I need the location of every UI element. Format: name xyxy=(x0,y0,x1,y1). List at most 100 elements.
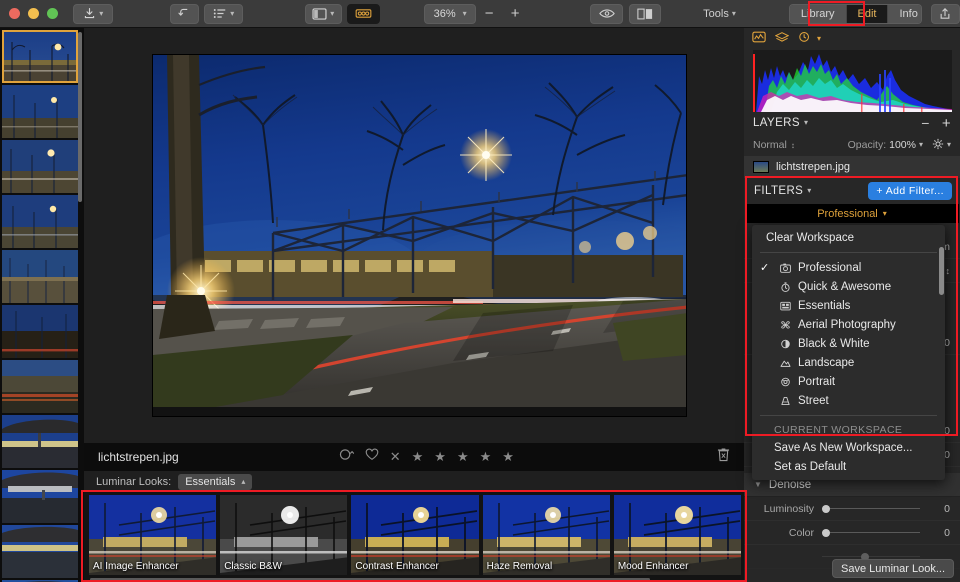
workspace-selector[interactable]: Professional ▾ xyxy=(745,204,959,223)
minimize-window-button[interactable] xyxy=(28,8,39,19)
maximize-window-button[interactable] xyxy=(47,8,58,19)
preview-toggle-button[interactable] xyxy=(590,3,623,24)
looks-collection-value: Essentials xyxy=(185,475,236,488)
menu-item-quick-awesome[interactable]: Quick & Awesome xyxy=(752,277,945,296)
looks-filmstrip[interactable]: AI Image Enhancer Classic B&W Contrast E… xyxy=(84,492,744,582)
blend-mode-select[interactable]: Normal xyxy=(753,139,787,151)
chevron-down-icon[interactable]: ▾ xyxy=(919,141,923,149)
opacity-value[interactable]: 100% xyxy=(889,139,916,151)
library-filmstrip[interactable] xyxy=(0,28,84,582)
slider-row-luminosity[interactable]: Luminosity 0 xyxy=(744,497,960,521)
history-clock-icon[interactable] xyxy=(798,30,812,48)
filmstrip-thumbnail[interactable] xyxy=(2,195,78,248)
undo-arrow-icon xyxy=(177,7,191,20)
tools-menu-button[interactable]: Tools ▾ xyxy=(697,4,742,24)
trash-icon[interactable] xyxy=(717,447,730,467)
menu-item-clear-workspace[interactable]: Clear Workspace xyxy=(752,228,945,247)
reject-x-icon[interactable]: ✕ xyxy=(390,449,401,465)
filmstrip-icon xyxy=(355,8,372,19)
filmstrip-thumbnail[interactable] xyxy=(2,525,78,578)
filmstrip-scrollbar[interactable] xyxy=(78,32,82,202)
chevron-down-icon[interactable]: ▾ xyxy=(817,35,821,43)
menu-item-label: Professional xyxy=(798,261,862,274)
filmstrip-thumbnail[interactable] xyxy=(2,85,78,138)
mode-info-tab[interactable]: Info xyxy=(888,4,921,23)
main-photo[interactable] xyxy=(152,54,687,417)
heart-icon[interactable] xyxy=(365,448,379,466)
updown-chevron-icon[interactable]: ↕ xyxy=(791,141,795,150)
look-preset[interactable]: Mood Enhancer xyxy=(613,495,742,575)
menu-scrollbar[interactable] xyxy=(939,247,944,295)
menu-item-save-as-new-workspace[interactable]: Save As New Workspace... xyxy=(752,438,945,457)
rating-star[interactable]: ★ xyxy=(502,449,514,465)
looks-collection-select[interactable]: Essentials ▴ xyxy=(178,473,253,490)
export-button[interactable]: ▾ xyxy=(73,3,114,24)
filmstrip-thumbnail[interactable] xyxy=(2,140,78,193)
mode-library-tab[interactable]: Library xyxy=(789,4,847,23)
layer-item[interactable]: lichtstrepen.jpg xyxy=(744,156,960,178)
rating-star[interactable]: ★ xyxy=(412,449,424,465)
chevron-down-icon[interactable]: ▾ xyxy=(807,187,811,195)
menu-item-street[interactable]: Street xyxy=(752,391,945,410)
rating-star[interactable]: ★ xyxy=(457,449,469,465)
menu-item-label: Street xyxy=(798,394,829,407)
chevron-down-icon: ▾ xyxy=(330,8,335,18)
slider-track[interactable] xyxy=(822,504,920,513)
rating-star[interactable]: ★ xyxy=(434,449,446,465)
mode-edit-tab[interactable]: Edit xyxy=(846,4,889,23)
compare-button[interactable] xyxy=(628,3,662,24)
layers-stack-icon[interactable] xyxy=(774,30,790,48)
filmstrip-thumbnail[interactable] xyxy=(2,30,78,83)
photo-filename: lichtstrepen.jpg xyxy=(98,450,179,464)
look-preset[interactable]: Haze Removal xyxy=(482,495,610,575)
menu-item-portrait[interactable]: Portrait xyxy=(752,372,945,391)
menu-item-black-white[interactable]: Black & White xyxy=(752,334,945,353)
color-label-icon[interactable] xyxy=(339,448,355,466)
stopwatch-icon xyxy=(778,281,793,292)
histogram-icon[interactable] xyxy=(752,30,766,48)
workspace-dropdown-menu[interactable]: Clear Workspace ✓ Professional Quick & A… xyxy=(752,225,945,480)
looks-scrollbar[interactable] xyxy=(90,578,650,581)
filmstrip-thumbnail[interactable] xyxy=(2,415,78,468)
slider-value: 0 xyxy=(944,502,950,515)
menu-item-set-as-default[interactable]: Set as Default xyxy=(752,457,945,476)
layers-title: LAYERS xyxy=(753,117,800,129)
chevron-down-icon: ▾ xyxy=(230,8,235,18)
slider-track[interactable] xyxy=(822,528,920,537)
street-icon xyxy=(778,396,793,406)
slider-track[interactable] xyxy=(822,552,920,561)
chevron-up-icon: ▴ xyxy=(241,476,246,486)
menu-item-essentials[interactable]: Essentials xyxy=(752,296,945,315)
filmstrip-thumbnail[interactable] xyxy=(2,360,78,413)
menu-item-landscape[interactable]: Landscape xyxy=(752,353,945,372)
workspace-name: Professional xyxy=(817,207,878,220)
add-filter-button[interactable]: + Add Filter... xyxy=(868,182,952,200)
propeller-icon xyxy=(778,320,793,330)
zoom-level-select[interactable]: 36% ▾ xyxy=(424,3,477,24)
chevron-down-icon[interactable]: ▾ xyxy=(947,141,951,149)
filmstrip-thumbnail[interactable] xyxy=(2,305,78,358)
save-luminar-look-button[interactable]: Save Luminar Look... xyxy=(832,559,954,578)
menu-item-aerial-photography[interactable]: Aerial Photography xyxy=(752,315,945,334)
remove-layer-button[interactable]: − xyxy=(921,116,930,130)
rating-star[interactable]: ★ xyxy=(480,449,492,465)
look-preset[interactable]: AI Image Enhancer xyxy=(89,495,217,575)
filmstrip-thumbnail[interactable] xyxy=(2,250,78,303)
chevron-down-icon: ▾ xyxy=(462,8,467,18)
undo-button[interactable] xyxy=(169,3,199,24)
filmstrip-toggle-button[interactable] xyxy=(347,3,380,24)
add-layer-button[interactable]: + xyxy=(942,116,951,131)
filmstrip-thumbnail[interactable] xyxy=(2,470,78,523)
slider-row-color[interactable]: Color 0 xyxy=(744,521,960,545)
sort-order-button[interactable]: ▾ xyxy=(204,3,243,24)
menu-item-professional[interactable]: ✓ Professional xyxy=(752,258,945,277)
look-preset[interactable]: Classic B&W xyxy=(220,495,348,575)
zoom-in-button[interactable]: + xyxy=(502,4,528,24)
side-panel-toggle-button[interactable]: ▾ xyxy=(304,3,342,24)
close-window-button[interactable] xyxy=(9,8,20,19)
gear-icon[interactable] xyxy=(932,138,944,153)
zoom-out-button[interactable]: − xyxy=(476,4,502,24)
share-button[interactable] xyxy=(930,3,960,24)
chevron-down-icon[interactable]: ▾ xyxy=(804,119,808,127)
look-preset[interactable]: Contrast Enhancer xyxy=(351,495,479,575)
